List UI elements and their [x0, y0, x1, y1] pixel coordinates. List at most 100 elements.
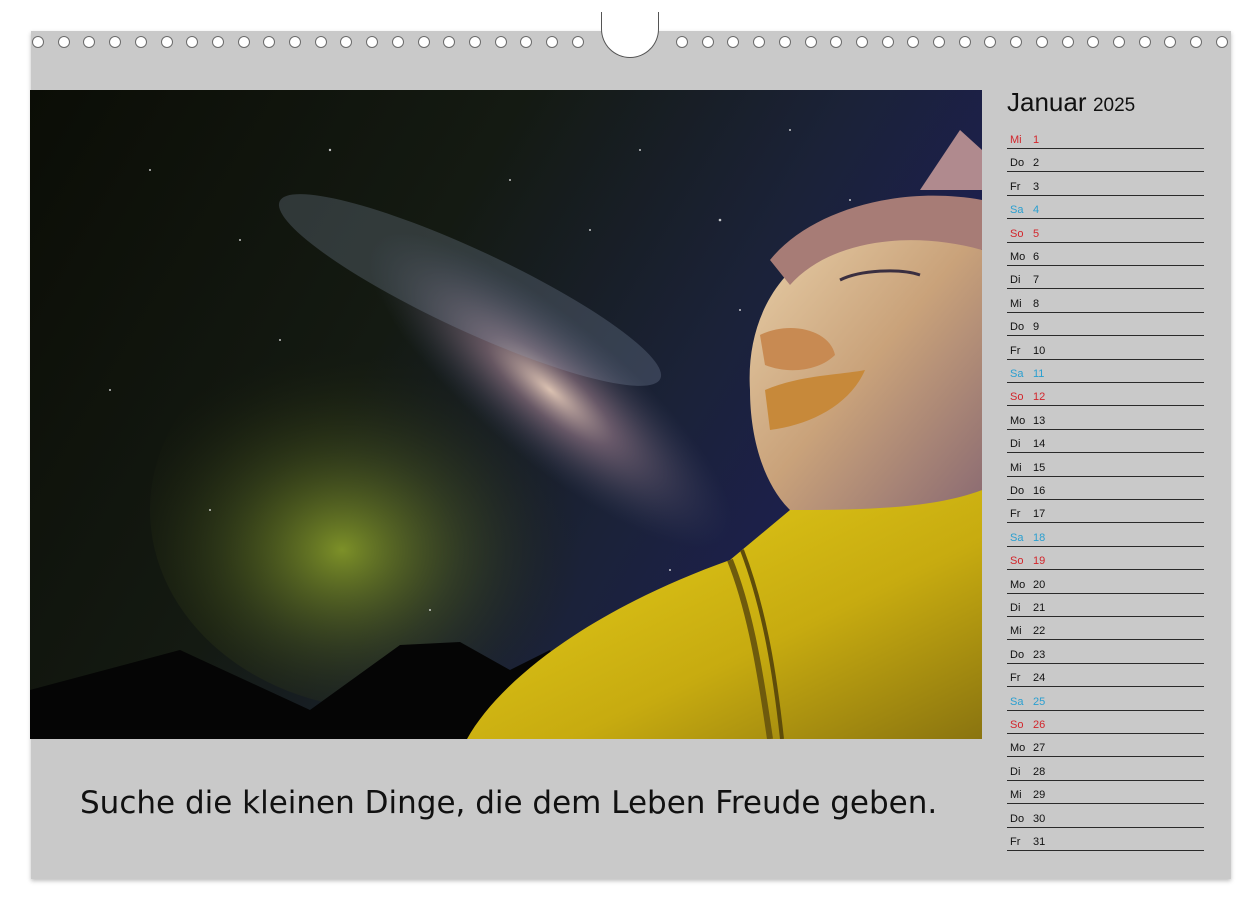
calendar-day-row: So 5: [1007, 220, 1204, 243]
binding-ring-icon: [855, 36, 868, 48]
calendar-day-row: Sa 4: [1007, 196, 1204, 220]
calendar-title: Januar 2025: [1007, 87, 1135, 118]
day-number: 25: [1033, 695, 1046, 708]
day-number: 19: [1033, 555, 1046, 568]
binding-ring-icon: [57, 36, 70, 48]
calendar-photo: [30, 90, 982, 739]
binding-ring-icon: [237, 36, 250, 48]
weekday-label: Do: [1010, 648, 1025, 661]
day-number: 24: [1033, 672, 1046, 685]
binding-ring-icon: [1010, 36, 1023, 48]
calendar-day-row: Sa 25: [1007, 688, 1204, 711]
calendar-day-row: Di 14: [1007, 430, 1204, 454]
day-number: 9: [1033, 321, 1040, 334]
binding-ring-icon: [1112, 36, 1125, 48]
binding-ring-icon: [753, 36, 766, 48]
weekday-label: Fr: [1010, 344, 1021, 357]
weekday-label: Di: [1010, 765, 1021, 778]
calendar-day-row: Do 16: [1007, 477, 1204, 500]
weekday-label: Sa: [1010, 204, 1024, 217]
day-number: 30: [1033, 812, 1046, 825]
calendar-day-row: Di 7: [1007, 266, 1204, 290]
calendar-day-row: Fr 17: [1007, 500, 1204, 524]
weekday-label: Sa: [1010, 531, 1024, 544]
calendar-day-row: So 12: [1007, 383, 1204, 407]
weekday-label: Mo: [1010, 414, 1026, 427]
binding-ring-icon: [1215, 36, 1228, 48]
buddha-statue-milky-way-icon: [30, 90, 982, 739]
calendar-day-row: Do 2: [1007, 149, 1204, 173]
binding-ring-icon: [830, 36, 843, 48]
calendar-year: 2025: [1092, 95, 1136, 116]
calendar-day-row: Mo 20: [1007, 571, 1204, 594]
weekday-label: So: [1010, 719, 1024, 731]
binding-ring-icon: [520, 36, 533, 48]
calendar-day-row: Di 28: [1007, 758, 1204, 781]
binding-ring-icon: [907, 36, 920, 48]
calendar-day-row: So 19: [1007, 547, 1204, 571]
day-number: 29: [1033, 789, 1046, 802]
calendar-day-row: Fr 10: [1007, 337, 1204, 360]
weekday-label: Do: [1010, 321, 1025, 334]
weekday-label: Mo: [1010, 251, 1026, 263]
calendar-month: Januar: [1007, 87, 1087, 117]
weekday-label: So: [1010, 391, 1024, 404]
day-number: 5: [1033, 227, 1040, 240]
weekday-label: Mi: [1010, 297, 1022, 310]
calendar-day-row: Mi 29: [1007, 781, 1204, 805]
binding-ring-icon: [109, 36, 122, 48]
binding-ring-icon: [32, 36, 44, 48]
binding-ring-icon: [804, 36, 817, 48]
weekday-label: Mi: [1010, 134, 1022, 146]
day-number: 7: [1033, 274, 1040, 287]
binding-ring-icon: [340, 36, 353, 48]
binding-ring-icon: [984, 36, 997, 48]
calendar-day-row: Mo 13: [1007, 407, 1204, 430]
weekday-label: Sa: [1010, 695, 1024, 708]
calendar-day-row: Mi 1: [1007, 126, 1204, 149]
weekday-label: Sa: [1010, 368, 1024, 380]
binding-ring-icon: [778, 36, 791, 48]
binding-ring-icon: [263, 36, 276, 48]
weekday-label: Di: [1010, 602, 1021, 614]
day-number: 14: [1033, 438, 1046, 451]
binding-ring-icon: [417, 36, 430, 48]
day-number: 13: [1033, 414, 1046, 427]
day-number: 21: [1033, 602, 1046, 614]
calendar-day-row: Mi 22: [1007, 617, 1204, 641]
binding-ring-icon: [1035, 36, 1048, 48]
day-number: 3: [1033, 180, 1040, 193]
binding-ring-icon: [571, 36, 584, 48]
weekday-label: Fr: [1010, 672, 1021, 685]
day-number: 8: [1033, 297, 1040, 310]
binding-ring-icon: [1164, 36, 1177, 48]
calendar-day-row: Sa 11: [1007, 360, 1204, 383]
calendar-day-row: Mo 27: [1007, 734, 1204, 758]
calendar-day-row: Fr 3: [1007, 173, 1204, 196]
calendar-day-row: Do 30: [1007, 805, 1204, 828]
day-number: 6: [1033, 251, 1040, 263]
binding-ring-icon: [314, 36, 327, 48]
calendar-day-row: Di 21: [1007, 594, 1204, 617]
day-number: 12: [1033, 391, 1046, 404]
weekday-label: Di: [1010, 438, 1021, 451]
day-number: 16: [1033, 485, 1046, 497]
weekday-label: Do: [1010, 485, 1025, 497]
weekday-label: Do: [1010, 812, 1025, 825]
weekday-label: Fr: [1010, 508, 1021, 521]
binding-ring-icon: [1190, 36, 1202, 48]
binding-ring-icon: [676, 36, 688, 48]
weekday-label: Fr: [1010, 180, 1021, 193]
binding-ring-icon: [366, 36, 379, 48]
day-number: 20: [1033, 578, 1046, 591]
calendar-quote: Suche die kleinen Dinge, die dem Leben F…: [80, 785, 938, 821]
binding-ring-icon: [727, 36, 740, 48]
binding-ring-icon: [134, 36, 147, 48]
binding-ring-icon: [289, 36, 301, 48]
binding-ring-icon: [494, 36, 507, 48]
day-number: 1: [1033, 134, 1040, 146]
binding-ring-icon: [1061, 36, 1074, 48]
weekday-label: So: [1010, 227, 1024, 240]
day-number: 27: [1033, 742, 1046, 755]
day-number: 22: [1033, 625, 1046, 638]
